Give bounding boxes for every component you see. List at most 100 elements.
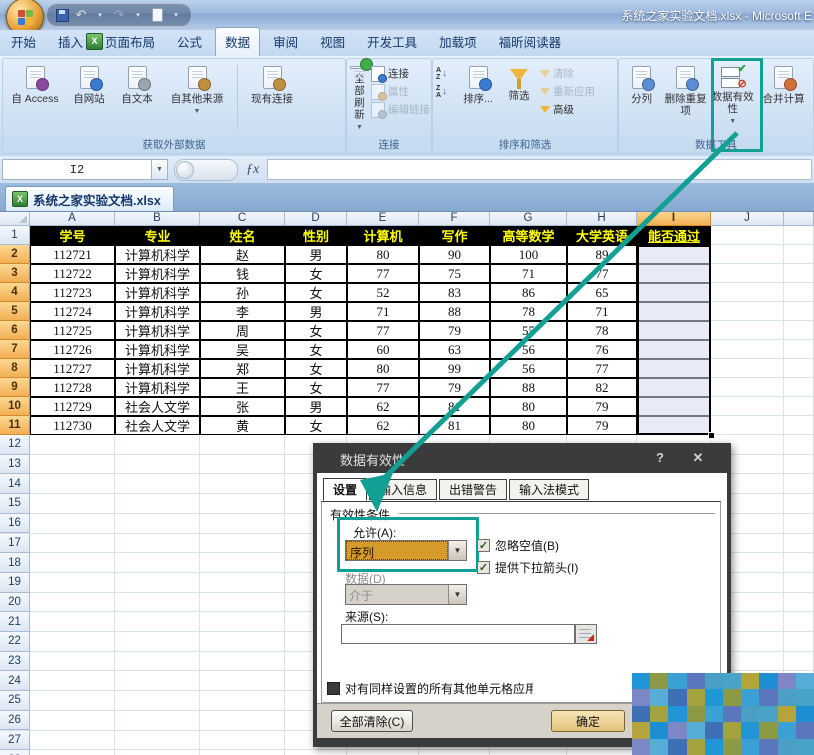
row-header-16[interactable]: 16 xyxy=(0,513,30,534)
row-header-20[interactable]: 20 xyxy=(0,592,30,613)
data-cell[interactable]: 112727 xyxy=(30,359,115,378)
column-header-A[interactable]: A xyxy=(30,211,115,226)
data-cell[interactable]: 计算机科学 xyxy=(115,245,200,264)
data-cell[interactable]: 张 xyxy=(200,397,285,416)
row-header-26[interactable]: 26 xyxy=(0,710,30,731)
data-cell[interactable]: 62 xyxy=(347,397,419,416)
header-cell-姓名[interactable]: 姓名 xyxy=(200,226,285,245)
data-cell[interactable]: 计算机科学 xyxy=(115,302,200,321)
data-cell[interactable]: 71 xyxy=(347,302,419,321)
data-cell[interactable]: 钱 xyxy=(200,264,285,283)
data-cell[interactable]: 112721 xyxy=(30,245,115,264)
row-header-10[interactable]: 10 xyxy=(0,397,30,416)
data-cell[interactable]: 77 xyxy=(567,359,637,378)
data-cell[interactable]: 88 xyxy=(490,378,567,397)
header-cell-性别[interactable]: 性别 xyxy=(285,226,347,245)
data-cell[interactable]: 男 xyxy=(285,397,347,416)
row-header-17[interactable]: 17 xyxy=(0,533,30,554)
clear-all-button[interactable]: 全部清除(C) xyxy=(331,710,413,732)
data-cell[interactable]: 112724 xyxy=(30,302,115,321)
tab-页面布局[interactable]: 页面布局 xyxy=(96,28,164,56)
dialog-tab-设置[interactable]: 设置 xyxy=(323,478,368,501)
data-cell[interactable]: 112723 xyxy=(30,283,115,302)
button-分列[interactable]: 分列 xyxy=(622,63,661,134)
data-cell[interactable]: 78 xyxy=(567,321,637,340)
column-header-C[interactable]: C xyxy=(200,211,285,226)
data-cell[interactable]: 62 xyxy=(347,416,419,435)
source-input[interactable] xyxy=(341,624,575,644)
header-cell-高等数学[interactable]: 高等数学 xyxy=(490,226,567,245)
dialog-tab-出错警告[interactable]: 出错警告 xyxy=(439,479,508,500)
data-cell[interactable]: 80 xyxy=(347,359,419,378)
button-自网站[interactable]: 自网站 xyxy=(66,63,112,134)
data-cell[interactable]: 社会人文学 xyxy=(115,397,200,416)
dialog-tab-输入法模式[interactable]: 输入法模式 xyxy=(509,479,590,500)
data-cell[interactable]: 孙 xyxy=(200,283,285,302)
name-box[interactable]: I2 xyxy=(2,159,152,180)
data-cell[interactable]: 女 xyxy=(285,264,347,283)
row-header-15[interactable]: 15 xyxy=(0,494,30,514)
row-header-1[interactable]: 1 xyxy=(0,226,30,245)
dialog-help-button[interactable]: ? xyxy=(649,450,671,465)
data-cell[interactable]: 100 xyxy=(490,245,567,264)
tab-公式[interactable]: 公式 xyxy=(168,28,211,56)
range-picker-button[interactable] xyxy=(575,624,597,644)
data-cell[interactable]: 女 xyxy=(285,283,347,302)
row-header-4[interactable]: 4 xyxy=(0,283,30,302)
button-重新应用[interactable]: 重新应用 xyxy=(540,83,595,100)
data-cell[interactable]: 郑 xyxy=(200,359,285,378)
row-header-3[interactable]: 3 xyxy=(0,264,30,283)
dialog-close-icon[interactable]: ✕ xyxy=(687,450,709,466)
button-自其他来源[interactable]: 自其他来源 ▼ xyxy=(162,63,232,134)
data-cell[interactable]: 女 xyxy=(285,378,347,397)
fill-handle[interactable] xyxy=(708,432,715,439)
data-cell[interactable]: 79 xyxy=(419,378,490,397)
data-cell[interactable]: 计算机科学 xyxy=(115,283,200,302)
save-icon[interactable] xyxy=(55,8,69,22)
data-cell[interactable]: 81 xyxy=(419,416,490,435)
data-cell[interactable]: 计算机科学 xyxy=(115,359,200,378)
data-cell[interactable]: 112728 xyxy=(30,378,115,397)
data-cell[interactable]: 周 xyxy=(200,321,285,340)
button-属性[interactable]: 属性 xyxy=(371,83,430,101)
formula-input[interactable] xyxy=(267,159,812,180)
chevron-down-icon[interactable]: ▼ xyxy=(448,541,466,560)
tab-开始[interactable]: 开始 xyxy=(2,28,45,56)
data-cell[interactable]: 63 xyxy=(419,340,490,359)
column-header-partial[interactable] xyxy=(784,211,814,226)
ignore-blank-checkbox[interactable]: ✓ xyxy=(477,539,490,552)
data-cell[interactable]: 女 xyxy=(285,340,347,359)
row-header-18[interactable]: 18 xyxy=(0,553,30,573)
name-box-dropdown-icon[interactable]: ▼ xyxy=(152,159,168,180)
data-cell[interactable]: 社会人文学 xyxy=(115,416,200,435)
column-header-H[interactable]: H xyxy=(567,211,637,226)
in-cell-dropdown-checkbox[interactable]: ✓ xyxy=(477,561,490,574)
data-cell[interactable]: 77 xyxy=(347,264,419,283)
tab-审阅[interactable]: 审阅 xyxy=(264,28,307,56)
data-cell[interactable]: 81 xyxy=(419,397,490,416)
data-cell[interactable]: 77 xyxy=(347,321,419,340)
data-cell[interactable]: 112722 xyxy=(30,264,115,283)
selection-box[interactable] xyxy=(637,245,711,435)
redo-icon[interactable]: ↷ xyxy=(112,7,126,22)
row-header-12[interactable]: 12 xyxy=(0,435,30,455)
tab-福昕阅读器[interactable]: 福昕阅读器 xyxy=(490,28,571,56)
data-cell[interactable]: 89 xyxy=(567,245,637,264)
data-cell[interactable]: 78 xyxy=(490,302,567,321)
column-header-G[interactable]: G xyxy=(490,211,567,226)
sort-ascending-icon[interactable]: A Z ↓ xyxy=(436,65,456,82)
data-cell[interactable]: 80 xyxy=(490,397,567,416)
button-现有连接[interactable]: 现有连接 xyxy=(243,63,301,134)
sort-descending-icon[interactable]: Z A ↓ xyxy=(436,83,456,100)
data-cell[interactable]: 计算机科学 xyxy=(115,378,200,397)
data-cell[interactable]: 吴 xyxy=(200,340,285,359)
customize-quick-access-icon[interactable]: ▾ xyxy=(169,8,183,22)
row-header-8[interactable]: 8 xyxy=(0,359,30,378)
data-cell[interactable]: 52 xyxy=(347,283,419,302)
workbook-tab[interactable]: X 系统之家实验文档.xlsx xyxy=(5,186,174,211)
header-cell-写作[interactable]: 写作 xyxy=(419,226,490,245)
data-cell[interactable]: 71 xyxy=(567,302,637,321)
row-header-5[interactable]: 5 xyxy=(0,302,30,321)
row-header-7[interactable]: 7 xyxy=(0,340,30,359)
row-header-6[interactable]: 6 xyxy=(0,321,30,340)
